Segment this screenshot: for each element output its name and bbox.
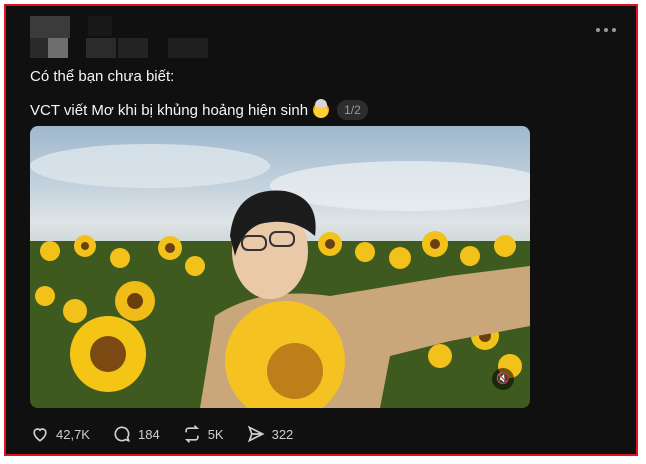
blurred-author-header <box>28 12 218 60</box>
comment-icon <box>114 426 131 443</box>
comment-button[interactable]: 184 <box>112 424 160 444</box>
post-actions-bar: 42,7K 184 5K 322 <box>30 424 293 444</box>
send-icon <box>247 425 265 443</box>
share-count: 322 <box>271 426 294 442</box>
exploding-head-emoji-icon <box>313 99 330 118</box>
video-frame-sunflower-field <box>30 144 530 408</box>
comment-count: 184 <box>137 426 160 442</box>
post-intro-text: Có thể bạn chưa biết: <box>30 68 175 85</box>
post-card: Có thể bạn chưa biết: VCT viết Mơ khi bị… <box>4 4 638 456</box>
repost-count: 5K <box>207 426 224 442</box>
repost-button[interactable]: 5K <box>182 424 224 444</box>
mute-icon[interactable]: 🔇 <box>492 368 514 390</box>
video-player[interactable]: 🔇 <box>30 126 530 408</box>
share-button[interactable]: 322 <box>246 424 294 444</box>
repost-icon <box>184 425 199 443</box>
carousel-counter-badge: 1/2 <box>337 100 368 120</box>
heart-icon <box>33 428 47 442</box>
post-caption-text: VCT viết Mơ khi bị khủng hoảng hiện sinh <box>30 101 309 119</box>
more-options-icon[interactable] <box>596 26 616 34</box>
like-button[interactable]: 42,7K <box>30 424 90 444</box>
like-count: 42,7K <box>56 426 90 442</box>
post-caption-row: VCT viết Mơ khi bị khủng hoảng hiện sinh… <box>30 99 368 120</box>
